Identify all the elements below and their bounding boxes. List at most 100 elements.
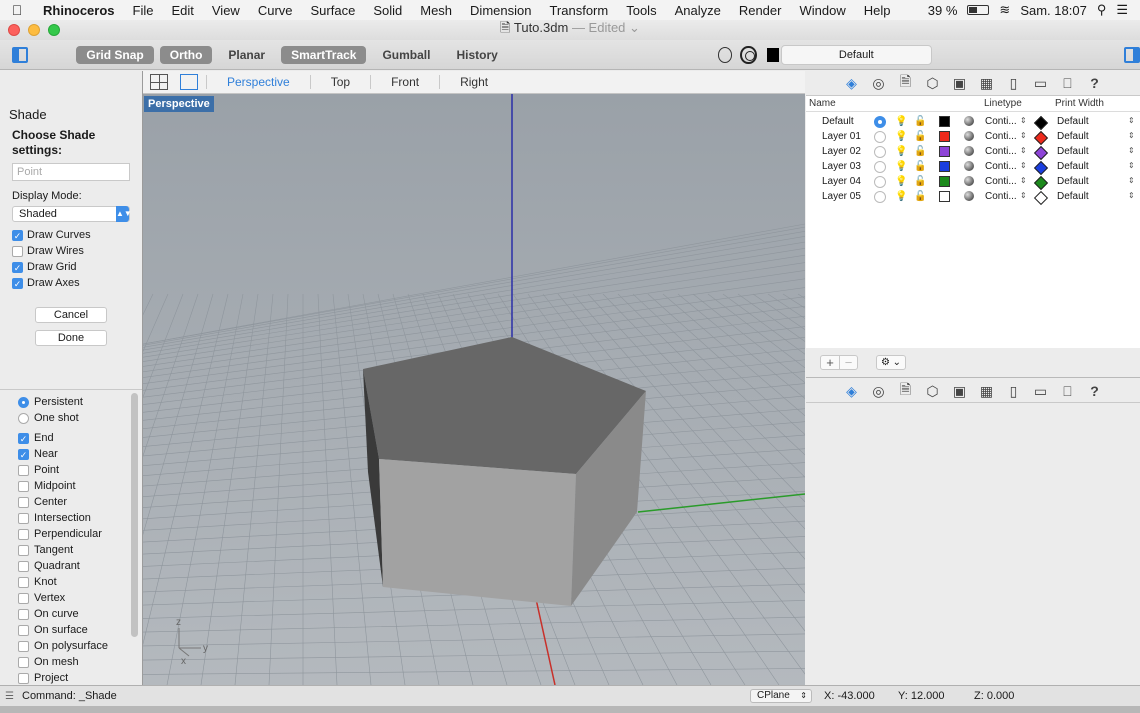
column-header-name[interactable]: Name: [809, 98, 836, 109]
checkbox[interactable]: [18, 656, 29, 668]
smarttrack-toggle[interactable]: SmartTrack: [281, 45, 367, 64]
print-color-diamond-icon[interactable]: [1033, 115, 1049, 131]
updown-arrows-icon[interactable]: ⇕: [1020, 131, 1027, 140]
checkbox[interactable]: ✓: [12, 229, 23, 241]
updown-arrows-icon[interactable]: ⇕: [1128, 131, 1135, 140]
spotlight-search-icon[interactable]: ⚲: [1097, 2, 1107, 18]
tab-front[interactable]: Front: [379, 75, 431, 89]
osnap-item-1[interactable]: ✓ Near: [18, 448, 58, 460]
column-header-linetype[interactable]: Linetype: [984, 98, 1022, 109]
current-layer-radio[interactable]: [874, 131, 886, 143]
checkbox[interactable]: [18, 608, 29, 620]
layer-color-swatch[interactable]: [939, 176, 950, 187]
osnap-item-4[interactable]: Center: [18, 496, 67, 508]
radio-button[interactable]: [18, 396, 29, 408]
lightbulb-icon[interactable]: 💡: [895, 191, 907, 202]
osnap-item-15[interactable]: Project: [18, 672, 68, 684]
print-color-diamond-icon[interactable]: [1033, 190, 1049, 206]
layer-linetype[interactable]: Conti...: [985, 146, 1017, 157]
planar-toggle[interactable]: Planar: [218, 46, 275, 64]
camera-icon[interactable]: ▣: [950, 74, 970, 92]
layer-row[interactable]: Layer 01 💡 🔓 Conti... ⇕ Default ⇕: [806, 130, 1140, 146]
notes-icon[interactable]: ▯: [1004, 382, 1024, 400]
updown-arrows-icon[interactable]: ⇕: [1020, 146, 1027, 155]
checkbox[interactable]: [18, 640, 29, 652]
cancel-button[interactable]: Cancel: [35, 307, 107, 323]
osnap-item-5[interactable]: Intersection: [18, 512, 91, 524]
updown-arrows-icon[interactable]: ⇕: [1020, 161, 1027, 170]
layer-color-swatch[interactable]: [939, 146, 950, 157]
current-layer-radio[interactable]: [874, 191, 886, 203]
layers-icon[interactable]: ◈: [842, 74, 862, 92]
layer-row[interactable]: Layer 05 💡 🔓 Conti... ⇕ Default ⇕: [806, 190, 1140, 206]
viewport-canvas[interactable]: z y x: [143, 94, 805, 685]
checkbox[interactable]: ✓: [12, 261, 23, 273]
lock-icon[interactable]: 🔓: [914, 161, 926, 172]
layer-row[interactable]: Default 💡 🔓 Conti... ⇕ Default ⇕: [806, 115, 1140, 131]
checkbox[interactable]: [18, 560, 29, 572]
osnap-item-0[interactable]: ✓ End: [18, 432, 54, 444]
menu-dimension[interactable]: Dimension: [461, 3, 540, 18]
menu-tools[interactable]: Tools: [617, 3, 665, 18]
camera-icon[interactable]: ▣: [950, 382, 970, 400]
osnap-item-2[interactable]: Point: [18, 464, 59, 476]
osnap-item-13[interactable]: On polysurface: [18, 640, 108, 652]
layer-color-swatch[interactable]: [939, 191, 950, 202]
notes-icon[interactable]: ▯: [1004, 74, 1024, 92]
clock[interactable]: Sam. 18:07: [1020, 3, 1087, 18]
checkbox[interactable]: [18, 624, 29, 636]
wifi-icon[interactable]: ≋: [999, 2, 1010, 18]
radio-button[interactable]: [18, 412, 29, 424]
ortho-toggle[interactable]: Ortho: [159, 45, 213, 64]
menu-help[interactable]: Help: [855, 3, 900, 18]
layers-icon[interactable]: ◈: [842, 382, 862, 400]
toggle-right-sidebar-icon[interactable]: [1123, 46, 1140, 63]
layer-name[interactable]: Layer 02: [822, 146, 868, 157]
layer-name[interactable]: Layer 03: [822, 161, 868, 172]
lock-icon[interactable]: 🔓: [914, 116, 926, 127]
named-views-icon[interactable]: ▭: [1031, 382, 1051, 400]
osnap-item-9[interactable]: Knot: [18, 576, 57, 588]
point-input[interactable]: Point: [12, 163, 130, 181]
menu-mesh[interactable]: Mesh: [411, 3, 461, 18]
grid-snap-toggle[interactable]: Grid Snap: [76, 45, 154, 64]
checkbox[interactable]: ✓: [18, 448, 29, 460]
material-sphere-icon[interactable]: [964, 116, 974, 126]
updown-arrows-icon[interactable]: ⇕: [1020, 176, 1027, 185]
menu-render[interactable]: Render: [730, 3, 791, 18]
layer-color-swatch[interactable]: [939, 161, 950, 172]
osnap-item-14[interactable]: On mesh: [18, 656, 79, 668]
osnap-icon[interactable]: [717, 46, 733, 63]
menu-transform[interactable]: Transform: [540, 3, 617, 18]
column-header-print-width[interactable]: Print Width: [1055, 98, 1104, 109]
gear-menu-button[interactable]: ⚙ ⌄: [876, 355, 906, 370]
print-color-diamond-icon[interactable]: [1033, 145, 1049, 161]
grid-settings-icon[interactable]: ▦: [977, 74, 997, 92]
print-color-diamond-icon[interactable]: [1033, 175, 1049, 191]
menu-analyze[interactable]: Analyze: [666, 3, 730, 18]
notification-center-icon[interactable]: ☰: [1116, 2, 1128, 18]
app-menu[interactable]: Rhinoceros: [34, 3, 124, 18]
osnap-mode-0[interactable]: Persistent: [18, 396, 83, 408]
layer-print-width[interactable]: Default: [1057, 191, 1089, 202]
display-icon[interactable]: ⎕: [1058, 382, 1078, 400]
lock-icon[interactable]: 🔓: [914, 176, 926, 187]
menu-view[interactable]: View: [203, 3, 249, 18]
updown-arrows-icon[interactable]: ⇕: [1020, 191, 1027, 200]
record-history-icon[interactable]: [740, 45, 757, 64]
checkbox[interactable]: [18, 576, 29, 588]
checkbox[interactable]: [18, 528, 29, 540]
menu-solid[interactable]: Solid: [364, 3, 411, 18]
object-icon[interactable]: ⬡: [923, 74, 943, 92]
material-sphere-icon[interactable]: [964, 176, 974, 186]
osnap-item-6[interactable]: Perpendicular: [18, 528, 102, 540]
layer-linetype[interactable]: Conti...: [985, 161, 1017, 172]
layer-print-width[interactable]: Default: [1057, 146, 1089, 157]
layer-row[interactable]: Layer 03 💡 🔓 Conti... ⇕ Default ⇕: [806, 160, 1140, 176]
layer-linetype[interactable]: Conti...: [985, 131, 1017, 142]
object-icon[interactable]: ⬡: [923, 382, 943, 400]
current-layer-color-swatch[interactable]: [766, 47, 779, 62]
toggle-left-sidebar-icon[interactable]: [12, 46, 29, 63]
print-color-diamond-icon[interactable]: [1033, 160, 1049, 176]
layer-row[interactable]: Layer 02 💡 🔓 Conti... ⇕ Default ⇕: [806, 145, 1140, 161]
